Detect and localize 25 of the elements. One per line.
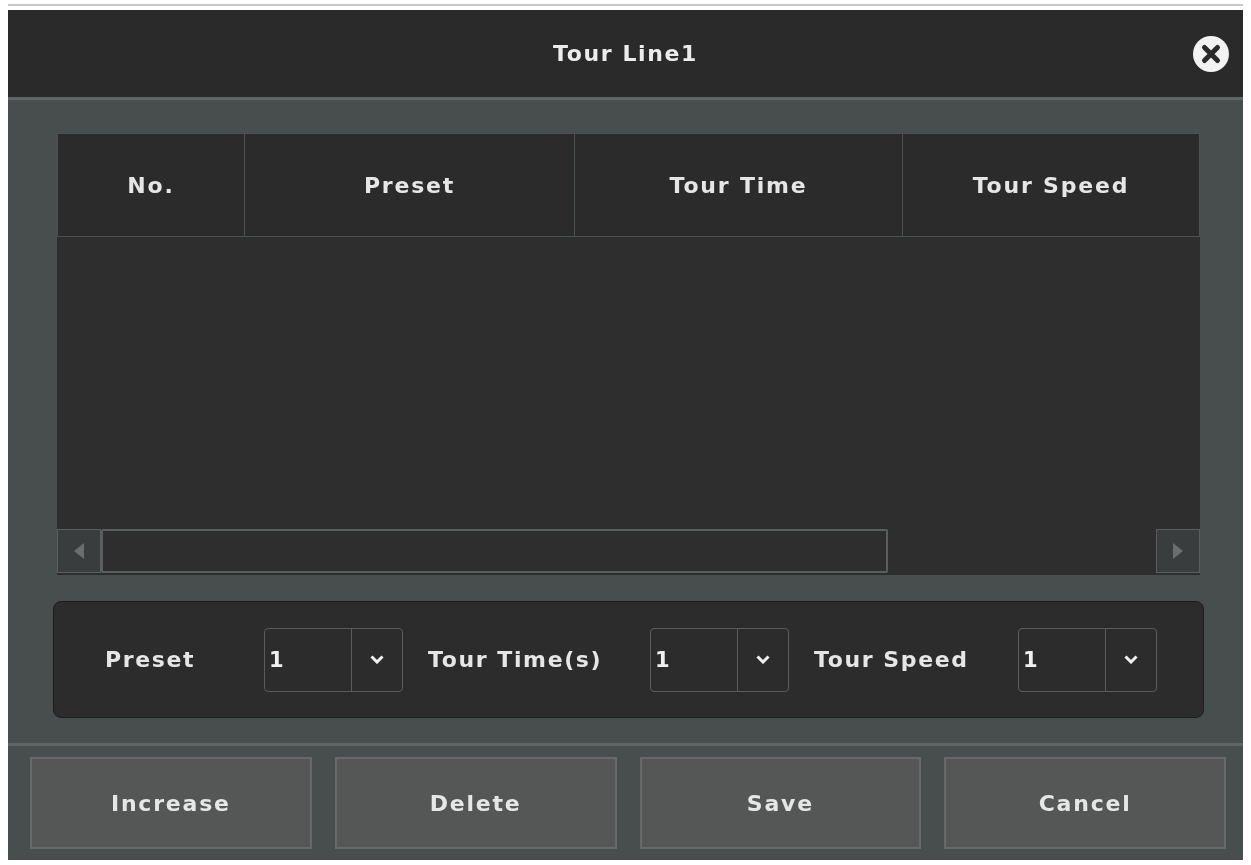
dropdown-field[interactable]: 1 [1018,627,1157,692]
field-label: Tour Speed [814,647,970,672]
column-header: Preset [245,133,575,237]
chevron-down-icon [1124,655,1138,664]
scroll-right-button[interactable] [1156,529,1200,573]
right-triangle-icon [1173,543,1183,559]
action-button[interactable]: Increase [30,757,312,849]
column-header: No. [57,133,245,237]
field-label: Tour Time(s) [428,647,604,672]
chevron-down-icon [370,655,384,664]
column-header: Tour Speed [903,133,1200,237]
scroll-left-button[interactable] [57,529,101,573]
action-button[interactable]: Delete [334,757,617,849]
scroll-thumb[interactable] [101,529,888,573]
action-button[interactable]: Cancel [944,757,1226,849]
column-header: Tour Time [575,133,903,237]
window-title: Tour Line1 [553,41,698,66]
dropdown-field[interactable]: 1 [650,627,789,692]
dropdown-field[interactable]: 1 [264,627,403,692]
chevron-down-icon [756,655,770,664]
horizontal-scrollbar[interactable] [57,529,1200,573]
close-icon[interactable] [1193,35,1229,72]
action-button[interactable]: Save [639,757,922,849]
field-label: Preset [105,647,197,672]
left-triangle-icon [74,543,84,559]
